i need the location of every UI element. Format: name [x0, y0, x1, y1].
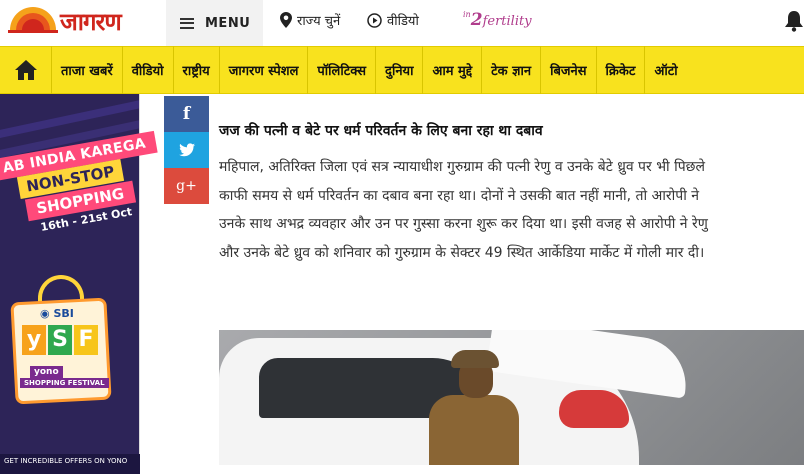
ysf-letter: F: [74, 325, 98, 355]
sbi-label: ◉ SBI: [40, 307, 74, 320]
ad-festival: SHOPPING FESTIVAL: [20, 378, 109, 388]
paragraph-line: और उनके बेटे ध्रुव को शनिवार को गुरुग्रा…: [219, 244, 705, 261]
site-header: जागरण MENU राज्य चुनें वीडियो in2fertili…: [0, 0, 804, 46]
select-state-link[interactable]: राज्य चुनें: [280, 11, 340, 29]
article-paragraph: महिपाल, अतिरिक्त जिला एवं सत्र न्यायाधीश…: [219, 153, 804, 267]
yono-brand: yono: [30, 366, 63, 378]
nav-cricket[interactable]: क्रिकेट: [597, 46, 646, 94]
nav-business[interactable]: बिजनेस: [541, 46, 597, 94]
ad-stripe: [0, 96, 139, 140]
menu-button[interactable]: MENU: [166, 0, 263, 46]
paragraph-line: काफी समय से धर्म परिवर्तन का दबाव बना रह…: [219, 187, 700, 204]
video-label: वीडियो: [387, 14, 419, 29]
video-link[interactable]: वीडियो: [367, 11, 419, 29]
jagran-logo[interactable]: जागरण: [6, 5, 152, 37]
paragraph-line: महिपाल, अतिरिक्त जिला एवं सत्र न्यायाधीश…: [219, 159, 705, 175]
in2fertility-logo[interactable]: in2fertility: [463, 10, 532, 30]
nav-auto[interactable]: ऑटो: [645, 46, 686, 94]
hamburger-icon: [180, 17, 194, 29]
play-circle-icon: [367, 12, 382, 28]
nav-tech[interactable]: टेक ज्ञान: [482, 46, 542, 94]
ad-footer: GET INCREDIBLE OFFERS ON YONO: [0, 454, 140, 474]
article-subheading: जज की पत्नी व बेटे पर धर्म परिवर्तन के ल…: [219, 123, 543, 139]
logo-wordmark: जागरण: [60, 7, 122, 36]
location-pin-icon: [280, 12, 292, 28]
menu-label: MENU: [205, 15, 251, 31]
googleplus-icon: g+: [176, 178, 197, 194]
sun-logo-icon: [8, 7, 58, 33]
nav-common-issues[interactable]: आम मुद्दे: [423, 46, 483, 94]
main-nav: ताजा खबरें वीडियो राष्ट्रीय जागरण स्पेशल…: [0, 46, 804, 94]
nav-home[interactable]: [0, 46, 52, 94]
ysf-letter: y: [22, 325, 46, 355]
bell-icon[interactable]: [784, 10, 804, 32]
photo-officer: [429, 395, 519, 465]
nav-latest-news[interactable]: ताजा खबरें: [52, 46, 123, 94]
facebook-icon: f: [182, 104, 191, 124]
nav-politics[interactable]: पॉलिटिक्स: [308, 46, 377, 94]
select-state-label: राज्य चुनें: [297, 14, 341, 29]
article-photo: [219, 330, 804, 465]
nav-national[interactable]: राष्ट्रीय: [174, 46, 220, 94]
nav-world[interactable]: दुनिया: [376, 46, 424, 94]
nav-jagran-special[interactable]: जागरण स्पेशल: [220, 46, 309, 94]
photo-officer-cap: [451, 350, 499, 368]
twitter-share-button[interactable]: [164, 132, 209, 168]
facebook-share-button[interactable]: f: [164, 96, 209, 132]
nav-video[interactable]: वीडियो: [123, 46, 174, 94]
home-icon: [14, 60, 37, 80]
googleplus-share-button[interactable]: g+: [164, 168, 209, 204]
ysf-letter: S: [48, 325, 72, 355]
paragraph-line: उनके साथ अभद्र व्यवहार और उन पर गुस्सा क…: [219, 216, 708, 232]
ysf-letters: y S F: [22, 325, 98, 355]
twitter-bird-icon: [178, 143, 195, 157]
